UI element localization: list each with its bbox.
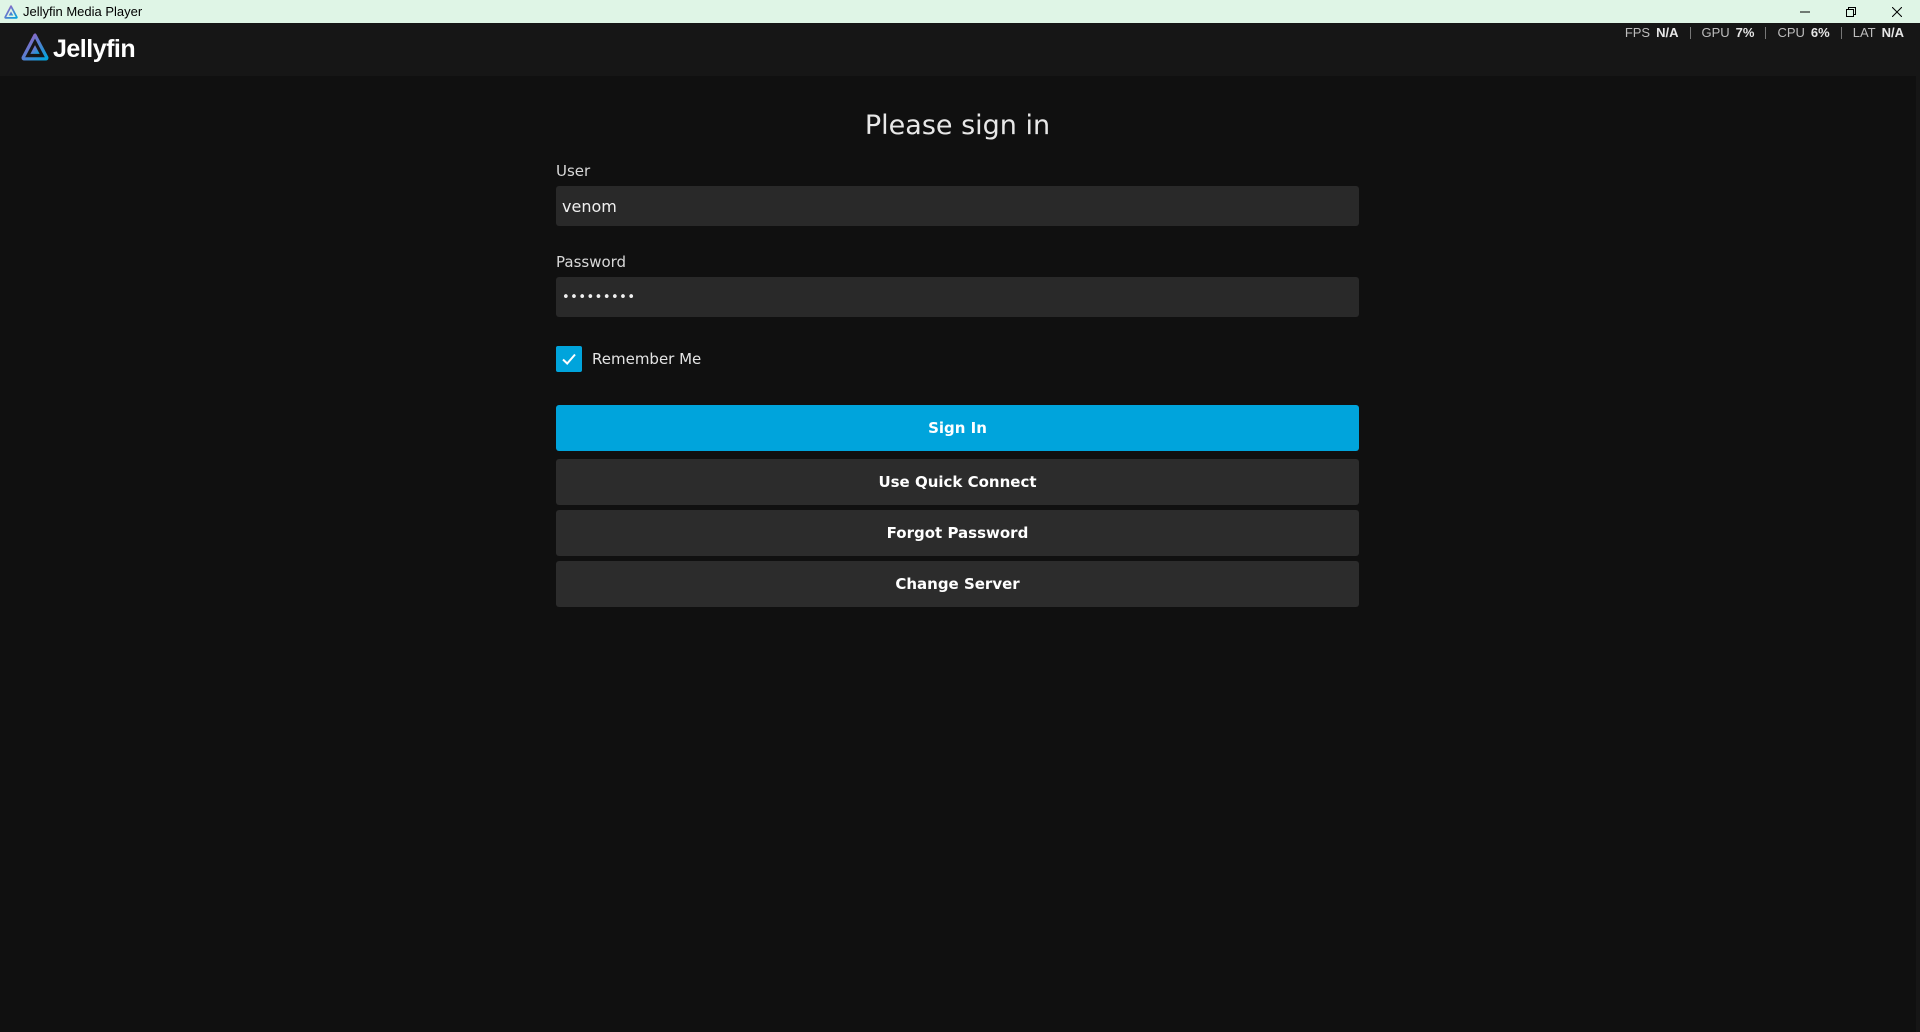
- performance-stats: FPS N/A GPU 7% CPU 6% LAT N/A: [1625, 25, 1904, 40]
- page-title: Please sign in: [864, 110, 1051, 141]
- stat-gpu-label: GPU: [1701, 25, 1730, 40]
- stat-cpu-label: CPU: [1777, 25, 1805, 40]
- minimize-icon[interactable]: [1782, 0, 1828, 23]
- quick-connect-button[interactable]: Use Quick Connect: [556, 459, 1359, 505]
- app-header: Jellyfin FPS N/A GPU 7% CPU 6% LAT N/A: [0, 23, 1916, 76]
- jellyfin-logo[interactable]: Jellyfin: [20, 32, 136, 66]
- stat-cpu-value: 6%: [1810, 25, 1830, 40]
- stat-divider: [1765, 26, 1767, 39]
- stat-lat-label: LAT: [1852, 25, 1876, 40]
- stat-divider: [1840, 26, 1842, 39]
- stat-lat: LAT N/A: [1853, 25, 1904, 40]
- user-field-label: User: [556, 162, 591, 180]
- user-input[interactable]: venom: [556, 186, 1359, 226]
- close-icon[interactable]: [1874, 0, 1920, 23]
- stat-fps-label: FPS: [1624, 25, 1651, 40]
- window-controls: [1782, 0, 1920, 23]
- remember-me-row[interactable]: Remember Me: [556, 346, 701, 372]
- window-titlebar: Jellyfin Media Player: [0, 0, 1920, 23]
- remember-me-label: Remember Me: [592, 350, 702, 368]
- remember-me-checkbox[interactable]: [556, 346, 582, 372]
- page-scrollbar[interactable]: [1916, 23, 1920, 1032]
- checkmark-icon: [562, 353, 576, 365]
- jellyfin-logo-icon: [20, 32, 50, 66]
- change-server-button[interactable]: Change Server: [556, 561, 1359, 607]
- restore-icon[interactable]: [1828, 0, 1874, 23]
- jellyfin-logo-text: Jellyfin: [53, 34, 136, 63]
- stat-divider: [1689, 26, 1691, 39]
- password-input[interactable]: •••••••••: [556, 277, 1359, 317]
- stat-fps-value: N/A: [1656, 25, 1679, 40]
- stat-fps: FPS N/A: [1625, 25, 1679, 40]
- sign-in-button[interactable]: Sign In: [556, 405, 1359, 451]
- window-title: Jellyfin Media Player: [23, 4, 143, 19]
- forgot-password-button[interactable]: Forgot Password: [556, 510, 1359, 556]
- stat-gpu-value: 7%: [1735, 25, 1755, 40]
- stat-cpu: CPU 6%: [1777, 25, 1829, 40]
- jellyfin-app-icon: [3, 4, 18, 19]
- stat-lat-value: N/A: [1881, 25, 1904, 40]
- stat-gpu: GPU 7%: [1702, 25, 1755, 40]
- password-field-label: Password: [556, 253, 627, 271]
